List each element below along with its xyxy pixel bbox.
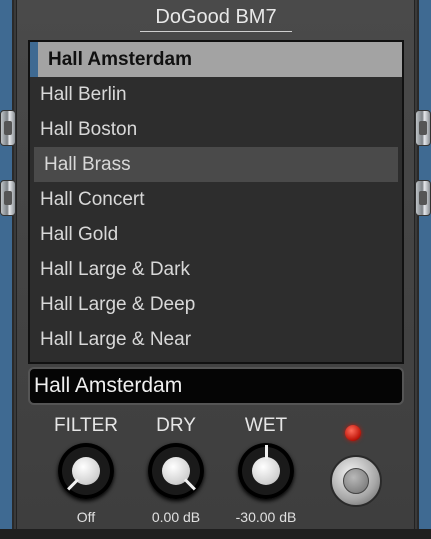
footswitch-cap xyxy=(343,468,369,494)
plugin-title: DoGood BM7 xyxy=(140,6,292,32)
bypass-footswitch[interactable] xyxy=(330,455,382,507)
filter-knob[interactable] xyxy=(58,443,114,499)
input-jack-icon xyxy=(0,180,16,216)
output-jack-icon xyxy=(415,180,431,216)
preset-item[interactable]: Hall Berlin xyxy=(30,77,402,112)
preset-item[interactable]: Hall Large & Dark xyxy=(30,252,402,287)
bypass-led-icon xyxy=(345,425,361,441)
knob-pointer xyxy=(67,478,80,491)
output-jack-icon xyxy=(415,110,431,146)
preset-item[interactable]: Hall Amsterdam xyxy=(30,42,402,77)
preset-item[interactable]: Hall Boston xyxy=(30,112,402,147)
wet-label: WET xyxy=(244,415,288,436)
dry-value: 0.00 dB xyxy=(151,509,201,525)
dry-control: DRY 0.00 dB xyxy=(136,415,216,525)
right-rail xyxy=(417,0,431,539)
input-jack-icon xyxy=(0,110,16,146)
dry-knob[interactable] xyxy=(148,443,204,499)
preset-item[interactable]: Hall Gold xyxy=(30,217,402,252)
knob-pointer xyxy=(265,445,268,459)
filter-value: Off xyxy=(76,509,96,525)
filter-label: FILTER xyxy=(53,415,119,436)
knob-cap xyxy=(252,457,280,485)
preset-item[interactable]: Hall Concert xyxy=(30,182,402,217)
left-rail xyxy=(0,0,14,539)
preset-item[interactable]: Hall Large & Deep xyxy=(30,287,402,322)
wet-control: WET -30.00 dB xyxy=(226,415,306,525)
dry-label: DRY xyxy=(156,415,196,436)
preset-name-field[interactable]: Hall Amsterdam xyxy=(28,367,404,405)
bottom-edge xyxy=(0,529,431,539)
knob-pointer xyxy=(183,478,196,491)
preset-item[interactable]: Hall Large & Near xyxy=(30,322,402,357)
preset-list[interactable]: Hall Amsterdam Hall Berlin Hall Boston H… xyxy=(28,40,404,364)
wet-value: -30.00 dB xyxy=(235,509,297,525)
wet-knob[interactable] xyxy=(238,443,294,499)
preset-item[interactable]: Hall Brass xyxy=(34,147,398,182)
filter-control: FILTER Off xyxy=(46,415,126,525)
